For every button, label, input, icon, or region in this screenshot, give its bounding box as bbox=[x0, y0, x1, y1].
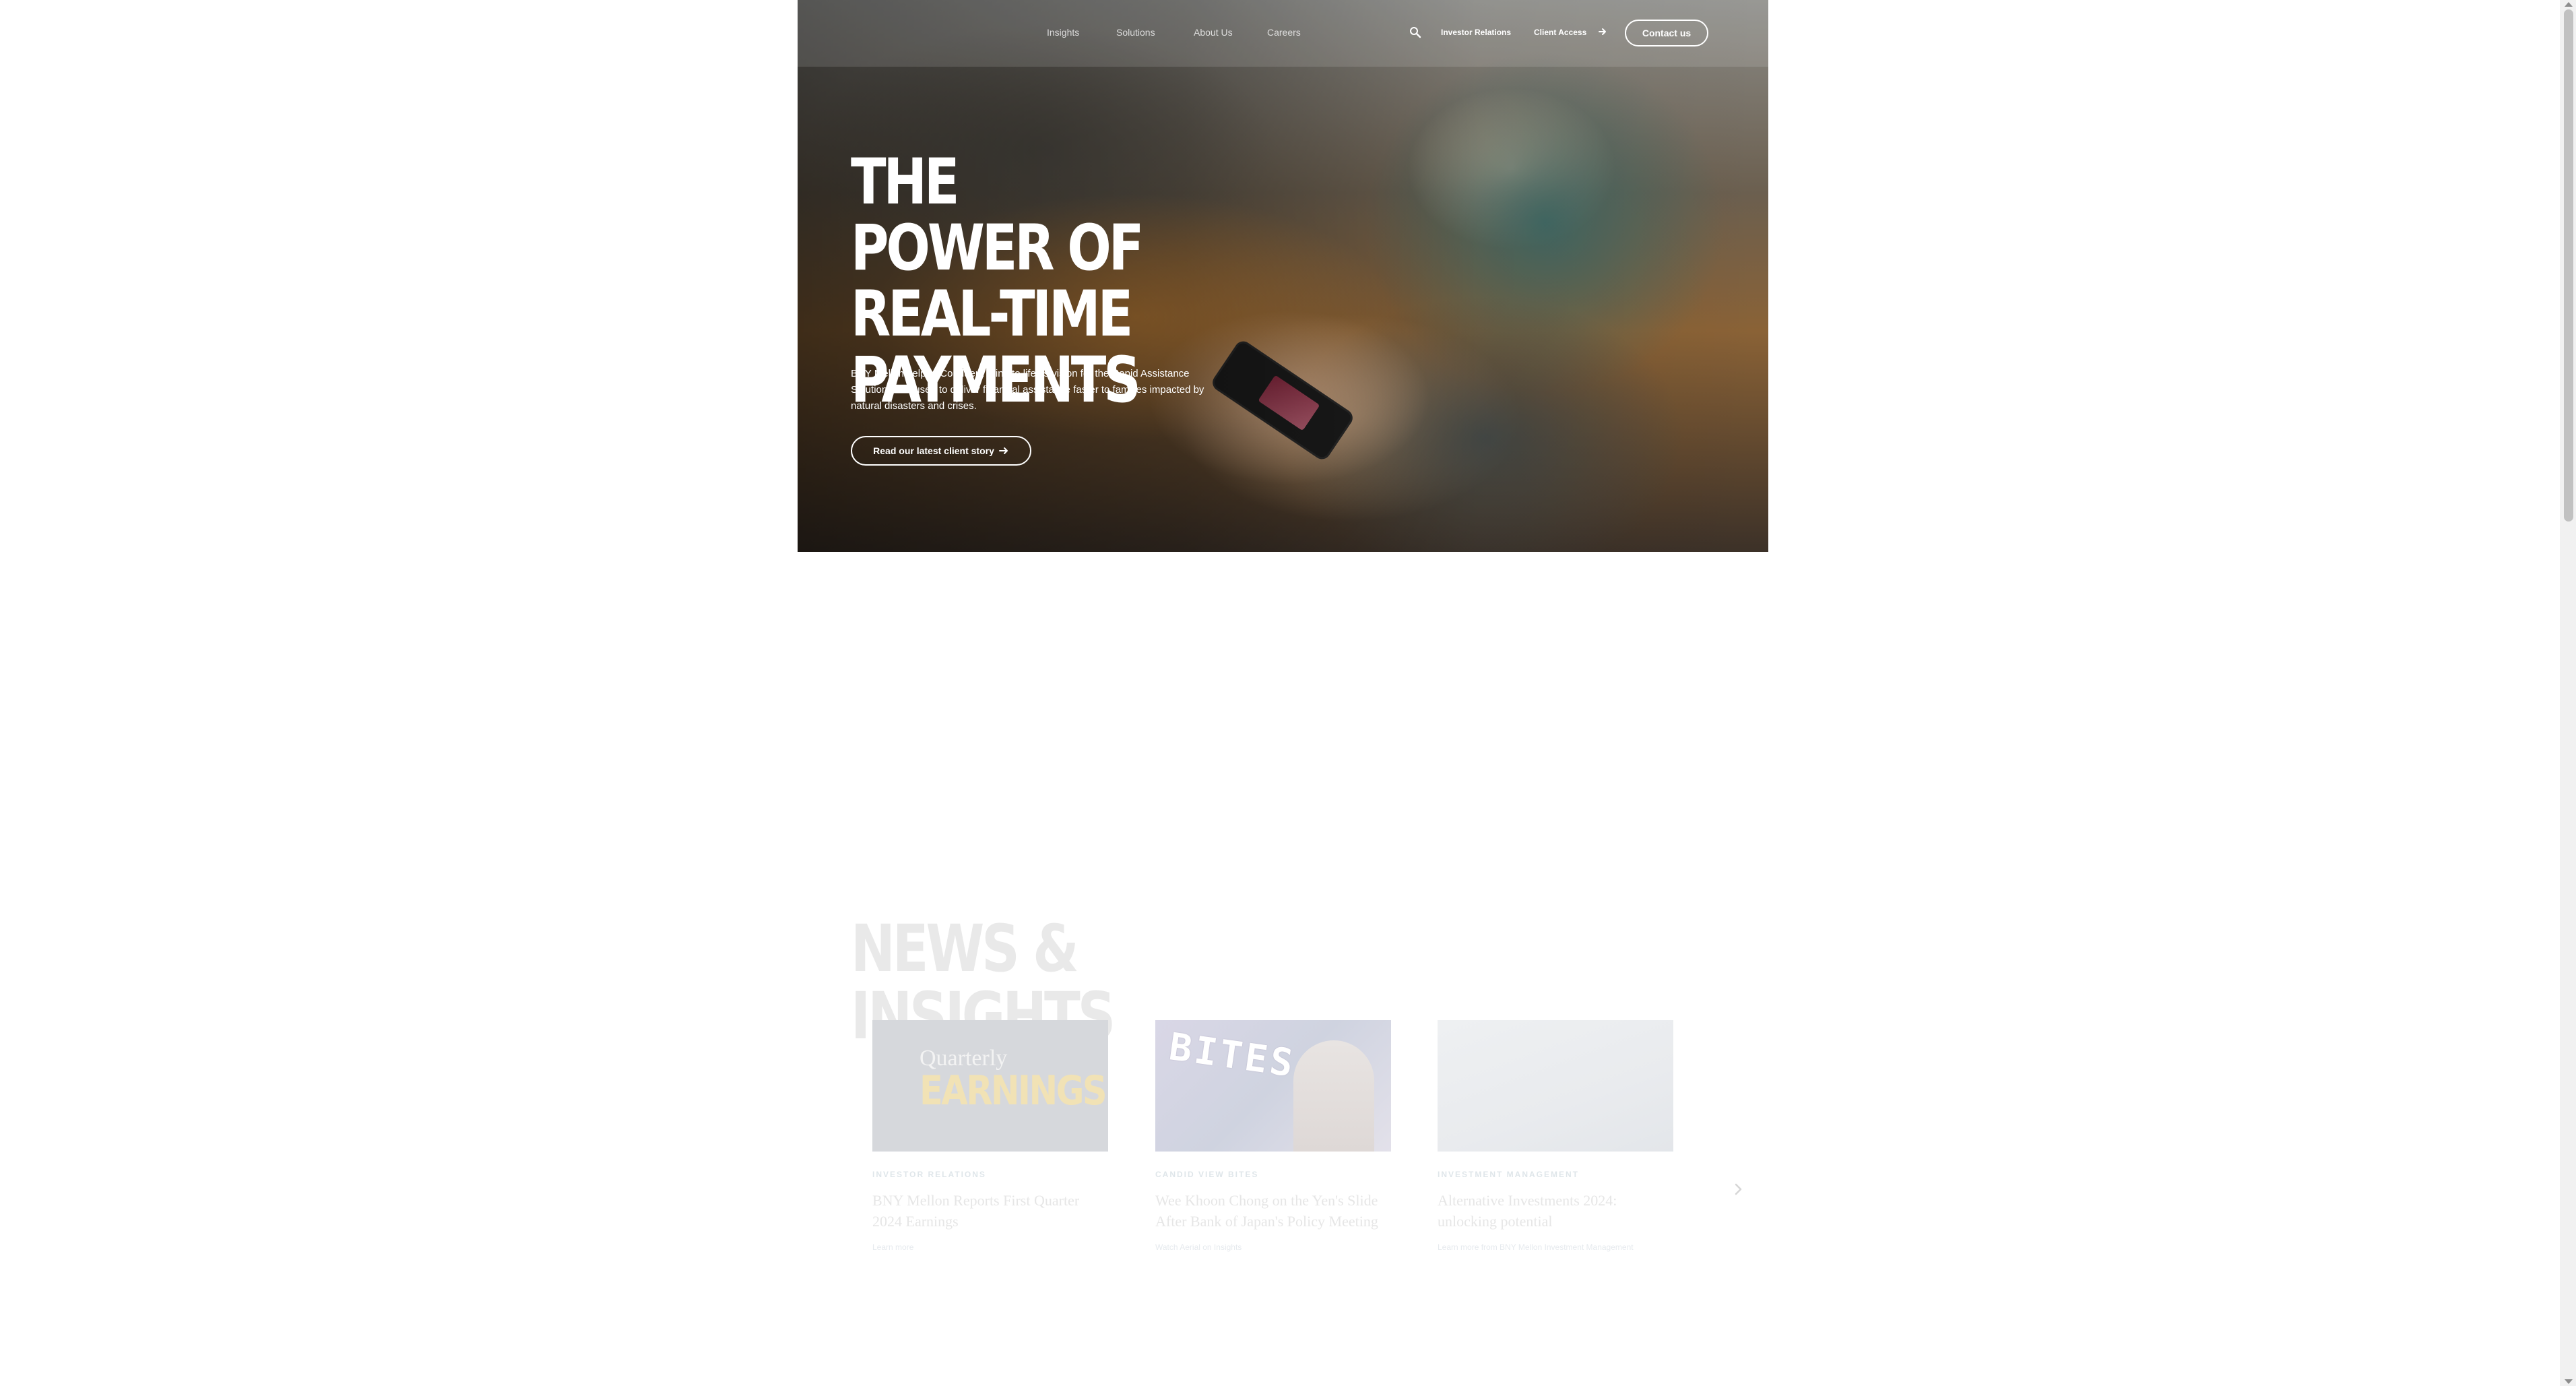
card-category: INVESTOR RELATIONS bbox=[872, 1170, 986, 1179]
card-image bbox=[1438, 1020, 1673, 1152]
card-link[interactable]: Learn more from BNY Mellon Investment Ma… bbox=[1438, 1242, 1673, 1252]
page-scrollbar[interactable] bbox=[2561, 0, 2576, 1386]
read-client-story-button[interactable]: Read our latest client story bbox=[851, 436, 1031, 466]
card-image-text: BITES bbox=[1166, 1025, 1299, 1086]
client-access-link[interactable]: Client Access bbox=[1534, 28, 1586, 37]
nav-link-about-us[interactable]: About Us bbox=[1194, 27, 1233, 38]
page-content: Insights Solutions About Us Careers Inve… bbox=[798, 0, 1768, 1386]
nav-link-careers[interactable]: Careers bbox=[1267, 27, 1301, 38]
card-image-text: EARNINGS bbox=[920, 1067, 1107, 1114]
card-link[interactable]: Watch Aerial on Insights bbox=[1155, 1242, 1391, 1252]
read-client-story-label: Read our latest client story bbox=[873, 445, 994, 456]
arrow-right-icon bbox=[1599, 28, 1606, 35]
contact-us-button[interactable]: Contact us bbox=[1625, 20, 1708, 46]
scroll-up-arrow-icon[interactable] bbox=[2565, 2, 2573, 7]
scrollbar-thumb[interactable] bbox=[2564, 9, 2573, 522]
news-card[interactable]: Quarterly EARNINGS INVESTOR RELATIONS BN… bbox=[872, 1020, 1108, 1252]
card-portrait-image bbox=[1293, 1040, 1374, 1152]
search-icon[interactable] bbox=[1409, 26, 1421, 38]
hero-description: BNY Mellon helped Conduent bring to life… bbox=[851, 368, 1204, 412]
card-title[interactable]: BNY Mellon Reports First Quarter 2024 Ea… bbox=[872, 1190, 1108, 1232]
card-title[interactable]: Alternative Investments 2024: unlocking … bbox=[1438, 1190, 1673, 1232]
investor-relations-link[interactable]: Investor Relations bbox=[1441, 28, 1511, 37]
scroll-down-arrow-icon[interactable] bbox=[2565, 1379, 2573, 1384]
card-image: BITES bbox=[1155, 1020, 1391, 1152]
news-card[interactable]: BITES CANDID VIEW BITES Wee Khoon Chong … bbox=[1155, 1020, 1391, 1252]
card-image: Quarterly EARNINGS bbox=[872, 1020, 1108, 1152]
card-category: INVESTMENT MANAGEMENT bbox=[1438, 1170, 1579, 1179]
top-navigation: Insights Solutions About Us Careers Inve… bbox=[798, 0, 1768, 67]
nav-link-solutions[interactable]: Solutions bbox=[1116, 27, 1155, 38]
news-card[interactable]: INVESTMENT MANAGEMENT Alternative Invest… bbox=[1438, 1020, 1673, 1252]
arrow-right-icon bbox=[998, 447, 1008, 454]
chevron-right-icon[interactable] bbox=[1734, 1183, 1743, 1196]
card-link[interactable]: Learn more bbox=[872, 1242, 1108, 1252]
nav-link-insights[interactable]: Insights bbox=[1047, 27, 1079, 38]
card-title[interactable]: Wee Khoon Chong on the Yen's Slide After… bbox=[1155, 1190, 1391, 1232]
hero-banner: Insights Solutions About Us Careers Inve… bbox=[798, 0, 1768, 552]
card-category: CANDID VIEW BITES bbox=[1155, 1170, 1259, 1179]
